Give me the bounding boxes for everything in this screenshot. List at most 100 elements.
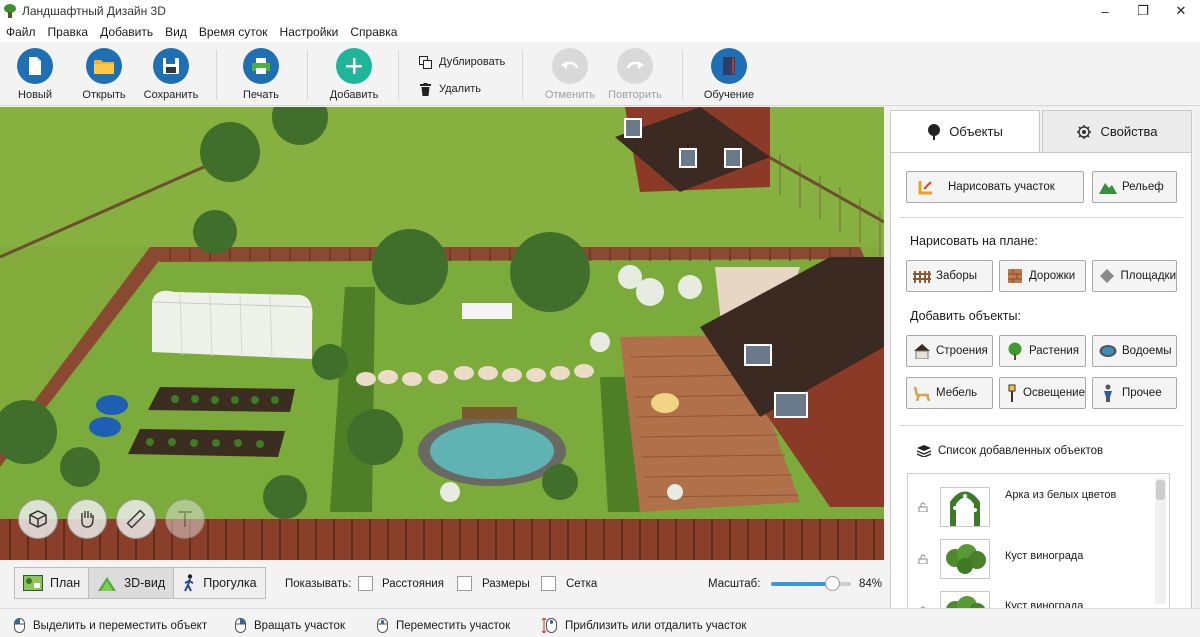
delete-label: Удалить (439, 83, 481, 95)
walking-person-icon (182, 574, 196, 592)
distances-checkbox[interactable] (358, 576, 373, 591)
status-zoom: Приблизить или отдалить участок (540, 618, 746, 633)
relief-button[interactable]: Рельеф (1092, 171, 1177, 203)
status-rotate: Вращать участок (235, 618, 345, 633)
buildings-button[interactable]: Строения (906, 335, 993, 367)
house-icon (913, 342, 931, 360)
folder-icon (86, 48, 122, 84)
undo-icon (552, 48, 588, 84)
lighting-button[interactable]: Освещение (999, 377, 1086, 409)
path-tiles-icon (1006, 267, 1024, 285)
buildings-label: Строения (936, 345, 988, 357)
maximize-button[interactable]: ❐ (1124, 0, 1162, 22)
furniture-button[interactable]: Мебель (906, 377, 993, 409)
ponds-button[interactable]: Водоемы (1092, 335, 1177, 367)
status-bar: Выделить и переместить объект Вращать уч… (0, 608, 1200, 637)
toolbar-separator (682, 50, 683, 100)
redo-button[interactable]: Повторить (600, 48, 670, 101)
tab-walk[interactable]: Прогулка (174, 568, 264, 598)
fences-button[interactable]: Заборы (906, 260, 993, 292)
pan-control[interactable] (67, 499, 107, 539)
plants-button[interactable]: Растения (999, 335, 1086, 367)
menu-edit[interactable]: Правка (42, 22, 95, 42)
layers-icon (917, 445, 931, 457)
undo-label: Отменить (544, 89, 596, 101)
grid-checkbox[interactable] (541, 576, 556, 591)
show-label: Показывать: (285, 578, 352, 590)
unlock-icon[interactable] (918, 553, 928, 565)
menu-help[interactable]: Справка (344, 22, 403, 42)
save-button[interactable]: Сохранить (136, 48, 206, 101)
zoom-slider-knob[interactable] (825, 576, 840, 591)
platforms-button[interactable]: Площадки (1092, 260, 1177, 292)
platforms-label: Площадки (1120, 270, 1176, 282)
lighting-label: Освещение (1023, 387, 1085, 399)
tree-icon (927, 123, 941, 140)
duplicate-label: Дублировать (439, 56, 506, 68)
scrollbar-thumb[interactable] (1156, 480, 1165, 500)
unlock-icon[interactable] (918, 501, 928, 513)
open-button[interactable]: Открыть (69, 48, 139, 101)
duplicate-button[interactable]: Дублировать (418, 55, 505, 69)
draw-plot-icon (917, 178, 935, 196)
view-mode-tabs: План 3D-вид Прогулка (14, 567, 266, 599)
print-button[interactable]: Печать (226, 48, 296, 101)
window-title: Ландшафтный Дизайн 3D (22, 4, 166, 18)
list-item[interactable]: Арка из белых цветов (908, 484, 1148, 530)
distances-label: Расстояния (382, 578, 444, 590)
toolbar: Новый Открыть Сохранить Печать Добавить … (0, 42, 1200, 106)
menu-file[interactable]: Файл (0, 22, 42, 42)
mountain-icon (1099, 178, 1117, 196)
new-button[interactable]: Новый (0, 48, 70, 101)
text-control[interactable] (165, 499, 205, 539)
measure-control[interactable] (116, 499, 156, 539)
garden-scene (0, 107, 884, 560)
add-button[interactable]: Добавить (319, 48, 389, 101)
objects-panel: Объекты Свойства Нарисовать участок Рель… (888, 107, 1194, 637)
platform-icon (1099, 267, 1115, 285)
fences-label: Заборы (936, 270, 977, 282)
status-zoom-label: Приблизить или отдалить участок (565, 619, 747, 632)
status-select-label: Выделить и переместить объект (33, 619, 208, 632)
tab-plan[interactable]: План (15, 568, 90, 598)
plants-label: Растения (1029, 345, 1079, 357)
pond-icon (1099, 342, 1117, 360)
3d-viewport[interactable] (0, 107, 884, 560)
panel-divider (899, 217, 1183, 218)
zoom-label: Масштаб: (708, 578, 761, 590)
menu-settings[interactable]: Настройки (274, 22, 345, 42)
tab-objects[interactable]: Объекты (890, 110, 1040, 152)
menu-view[interactable]: Вид (159, 22, 193, 42)
tab-3d-view[interactable]: 3D-вид (89, 568, 175, 598)
panel-divider (899, 425, 1183, 426)
objects-tab-content: Нарисовать участок Рельеф Нарисовать на … (890, 152, 1192, 637)
menu-time-of-day[interactable]: Время суток (193, 22, 274, 42)
grape-bush-thumbnail (940, 539, 990, 579)
draw-plot-button[interactable]: Нарисовать участок (906, 171, 1084, 203)
sizes-checkbox[interactable] (457, 576, 472, 591)
tab-properties[interactable]: Свойства (1042, 110, 1192, 152)
menu-add[interactable]: Добавить (94, 22, 159, 42)
objects-list-header: Список добавленных объектов (917, 445, 1103, 457)
mouse-scroll-icon (540, 618, 557, 633)
objects-list[interactable]: Арка из белых цветов Куст винограда Куст (907, 473, 1170, 613)
sizes-label: Размеры (482, 578, 530, 590)
list-item-name: Арка из белых цветов (1005, 489, 1117, 501)
trash-icon (418, 82, 432, 96)
list-item[interactable]: Куст винограда (908, 536, 1148, 582)
select-3d-control[interactable] (18, 499, 58, 539)
floppy-disk-icon (153, 48, 189, 84)
open-label: Открыть (82, 89, 126, 101)
zoom-value: 84% (859, 578, 883, 590)
printer-icon (243, 48, 279, 84)
delete-button[interactable]: Удалить (418, 82, 481, 96)
undo-button[interactable]: Отменить (535, 48, 605, 101)
tutorial-button[interactable]: Обучение (694, 48, 764, 101)
list-scrollbar[interactable] (1155, 478, 1166, 604)
paths-button[interactable]: Дорожки (999, 260, 1086, 292)
minimize-button[interactable]: – (1086, 0, 1124, 22)
ponds-label: Водоемы (1122, 345, 1172, 357)
other-label: Прочее (1122, 387, 1162, 399)
close-button[interactable]: ✕ (1162, 0, 1200, 22)
other-button[interactable]: Прочее (1092, 377, 1177, 409)
